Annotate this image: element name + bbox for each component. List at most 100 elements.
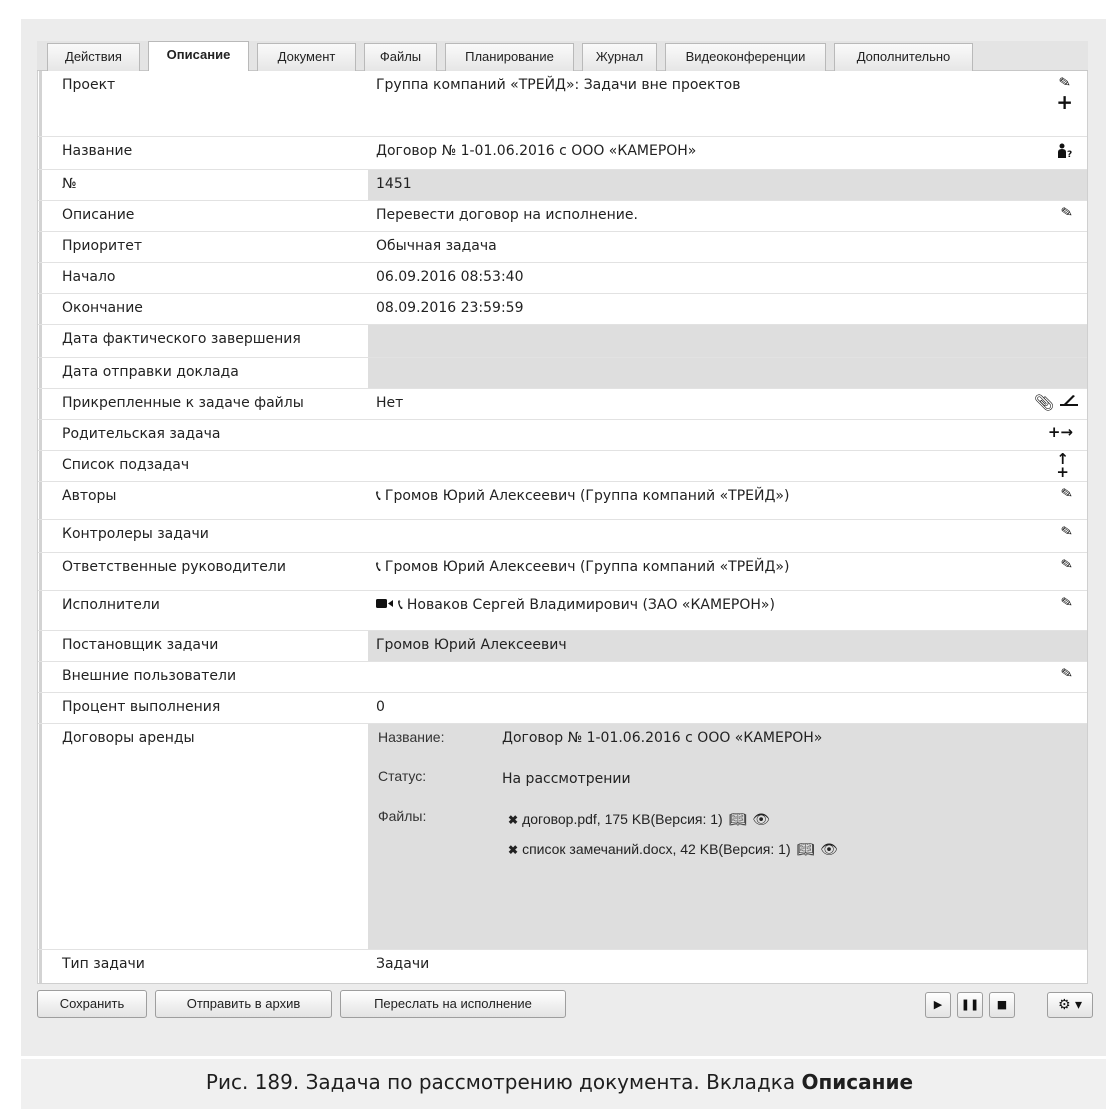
field-value: Задачи [376,956,430,972]
row-controllers: Контролеры задачи ✎ [38,520,1087,553]
tab-planning[interactable]: Планирование [445,43,574,71]
phone-icon[interactable]: 📞︎ [376,488,381,504]
save-button[interactable]: Сохранить [37,990,147,1018]
fields-grid: Проект Группа компаний «ТРЕЙД»: Задачи в… [37,71,1088,984]
book-icon[interactable]: 📖︎ [729,811,747,827]
field-label: Дата отправки доклада [39,358,369,388]
tab-videoconference[interactable]: Видеоконференции [665,43,826,71]
row-subtasks: Список подзадач ↑ + [38,451,1087,482]
eye-icon[interactable]: 👁︎ [820,841,838,857]
field-value [368,358,1087,388]
file-item: ✖︎ список замечаний.docx, 42 KB(Версия: 1… [508,841,838,858]
field-label: Список подзадач [39,451,369,481]
lease-files-label: Файлы: [378,808,427,824]
user-question-icon[interactable]: ? [1057,143,1073,163]
field-label: Контролеры задачи [39,520,369,552]
caption-prefix: Рис. 189. Задача по рассмотрению докумен… [205,1070,802,1094]
file-link[interactable]: список замечаний.docx, 42 KB(Версия: 1) [522,841,791,857]
tab-files[interactable]: Файлы [364,43,437,71]
row-report-date: Дата отправки доклада [38,358,1087,389]
remove-file-icon[interactable]: ✖︎ [508,813,518,827]
field-value: Нет [376,395,404,411]
book-icon[interactable]: 📖︎ [797,841,815,857]
lease-status-label: Статус: [378,768,427,784]
subtask-icon[interactable]: ↑ + [1056,452,1069,480]
tab-actions[interactable]: Действия [47,43,140,71]
row-project: Проект Группа компаний «ТРЕЙД»: Задачи в… [38,71,1087,137]
workflow-gear-icon[interactable]: ⚙︎ ▾ [1047,992,1093,1018]
tab-additional[interactable]: Дополнительно [834,43,973,71]
file-link[interactable]: договор.pdf, 175 KB(Версия: 1) [522,811,723,827]
field-label: Ответственные руководители [39,553,369,590]
field-label: Проект [39,71,369,136]
lease-name-label: Название: [378,729,445,745]
field-value [368,520,1087,552]
forward-button[interactable]: Переслать на исполнение [340,990,566,1018]
pencil-icon[interactable]: ✎ [1057,74,1072,93]
row-priority: Приоритет Обычная задача [38,232,1087,263]
field-label: Название [39,137,369,169]
field-label: № [39,170,369,200]
field-label: Начало [39,263,369,293]
executor-name[interactable]: Новаков Сергей Владимирович (ЗАО «КАМЕРО… [407,597,775,613]
field-label: Окончание [39,294,369,324]
row-completion-percent: Процент выполнения 0 [38,693,1087,724]
tab-journal[interactable]: Журнал [582,43,657,71]
pause-icon[interactable]: ❚❚ [957,992,983,1018]
tab-document[interactable]: Документ [257,43,356,71]
row-task-type: Тип задачи Задачи [38,950,1087,983]
row-title: Название Договор № 1-01.06.2016 с ООО «К… [38,137,1087,170]
eye-icon[interactable]: 👁︎ [752,811,770,827]
lease-name-value[interactable]: Договор № 1-01.06.2016 с ООО «КАМЕРОН» [502,730,822,746]
field-label: Тип задачи [39,950,369,983]
tab-strip: Действия Описание Документ Файлы Планиро… [37,41,1088,71]
row-parent-task: Родительская задача +→ [38,420,1087,451]
video-icon[interactable] [376,597,394,613]
play-icon[interactable]: ▶ [925,992,951,1018]
field-label: Авторы [39,482,369,519]
field-label: Дата фактического завершения [39,325,369,357]
remove-file-icon[interactable]: ✖︎ [508,843,518,857]
field-label: Прикрепленные к задаче файлы [39,389,369,419]
field-value: Договор № 1-01.06.2016 с ООО «КАМЕРОН» [376,143,697,159]
lease-block: Название: Договор № 1-01.06.2016 с ООО «… [368,724,1087,949]
tab-description[interactable]: Описание [148,41,249,71]
row-start: Начало 06.09.2016 08:53:40 [38,263,1087,294]
field-value: 08.09.2016 23:59:59 [376,300,524,316]
file-item: ✖︎ договор.pdf, 175 KB(Версия: 1) 📖︎ 👁︎ [508,811,770,828]
field-label: Процент выполнения [39,693,369,723]
field-label: Родительская задача [39,420,369,450]
field-label: Описание [39,201,369,231]
scanner-icon[interactable] [1059,394,1079,412]
field-value: Громов Юрий Алексеевич [368,631,1087,661]
field-value [368,420,1087,450]
archive-button[interactable]: Отправить в архив [155,990,332,1018]
phone-icon[interactable]: 📞︎ [398,597,403,613]
paperclip-icon[interactable]: 📎︎ [1034,393,1054,412]
link-arrow-icon[interactable]: +→ [1048,424,1073,441]
row-task-setter: Постановщик задачи Громов Юрий Алексееви… [38,631,1087,662]
field-value: 1451 [368,170,1087,200]
row-executors: Исполнители 📞︎ Новаков Сергей Владимирови… [38,591,1087,631]
manager-name[interactable]: Громов Юрий Алексеевич (Группа компаний … [385,559,790,575]
row-external-users: Внешние пользователи ✎ [38,662,1087,693]
row-lease-contracts: Договоры аренды Название: Договор № 1-01… [38,724,1087,950]
field-value-container: 📞︎ Громов Юрий Алексеевич (Группа компани… [368,482,1087,519]
row-number: № 1451 [38,170,1087,201]
field-label: Договоры аренды [39,724,369,949]
row-description: Описание Перевести договор на исполнение… [38,201,1087,232]
field-value-container: 📞︎ Громов Юрий Алексеевич (Группа компани… [368,553,1087,590]
row-authors: Авторы 📞︎ Громов Юрий Алексеевич (Группа … [38,482,1087,520]
field-value [368,451,1087,481]
phone-icon[interactable]: 📞︎ [376,559,381,575]
field-value: Обычная задача [376,238,497,254]
field-value [368,325,1087,357]
field-value: 06.09.2016 08:53:40 [376,269,524,285]
stop-icon[interactable]: ■ [989,992,1015,1018]
author-name[interactable]: Громов Юрий Алексеевич (Группа компаний … [385,488,790,504]
field-value: Перевести договор на исполнение. [376,207,638,223]
field-value [368,662,1087,692]
lease-status-value: На рассмотрении [502,771,631,787]
field-value: Группа компаний «ТРЕЙД»: Задачи вне прое… [376,77,741,93]
plus-icon[interactable]: + [1056,92,1073,112]
